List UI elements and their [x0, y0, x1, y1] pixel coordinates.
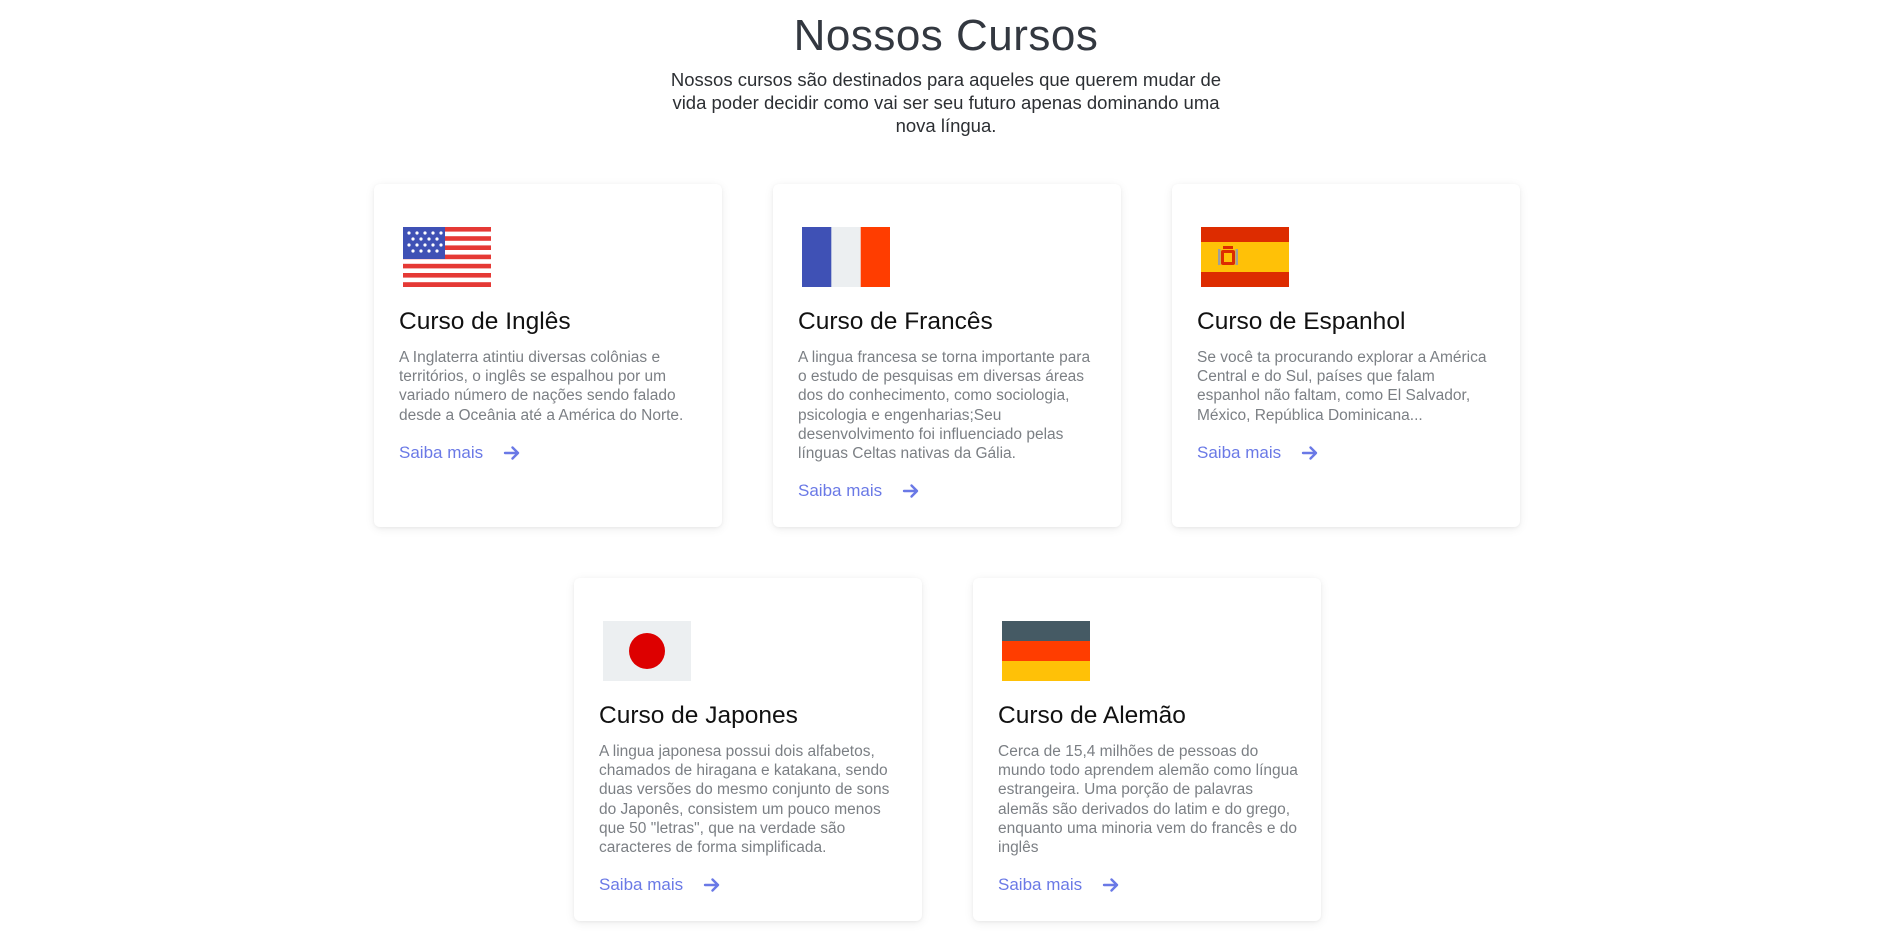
saiba-mais-label: Saiba mais: [599, 875, 684, 894]
page-subtitle: Nossos cursos são destinados para aquele…: [670, 69, 1222, 136]
france-flag-icon: [802, 227, 890, 287]
arrow-right-icon: [1301, 446, 1318, 460]
page-title: Nossos Cursos: [793, 11, 1099, 60]
course-title: Curso de Espanhol: [1197, 308, 1406, 335]
course-card-japanese: Curso de Japones A lingua japonesa possu…: [574, 578, 922, 921]
saiba-mais-link[interactable]: Saiba mais: [599, 875, 721, 895]
course-description: Cerca de 15,4 milhões de pessoas do mund…: [998, 743, 1298, 857]
course-card-german: Curso de Alemão Cerca de 15,4 milhões de…: [973, 578, 1321, 921]
arrow-right-icon: [902, 484, 919, 498]
arrow-right-icon: [703, 878, 720, 892]
course-card-english: Curso de Inglês A Inglaterra atintiu div…: [374, 184, 722, 527]
saiba-mais-link[interactable]: Saiba mais: [998, 875, 1120, 895]
saiba-mais-link[interactable]: Saiba mais: [1197, 443, 1319, 463]
saiba-mais-label: Saiba mais: [798, 481, 883, 500]
usa-flag-icon: [403, 227, 491, 287]
course-title: Curso de Alemão: [998, 702, 1186, 729]
saiba-mais-link[interactable]: Saiba mais: [399, 443, 521, 463]
course-description: Se você ta procurando explorar a América…: [1197, 349, 1487, 424]
course-title: Curso de Inglês: [399, 308, 571, 335]
saiba-mais-label: Saiba mais: [399, 443, 484, 462]
section-header: Nossos Cursos Nossos cursos são destinad…: [0, 0, 1892, 137]
course-description: A lingua francesa se torna importante pa…: [798, 349, 1091, 463]
course-card-spanish: Curso de Espanhol Se você ta procurando …: [1172, 184, 1520, 527]
saiba-mais-label: Saiba mais: [998, 875, 1083, 894]
japan-flag-icon: [603, 621, 691, 681]
course-description: A lingua japonesa possui dois alfabetos,…: [599, 743, 890, 857]
course-description: A Inglaterra atintiu diversas colônias e…: [399, 349, 684, 424]
arrow-right-icon: [503, 446, 520, 460]
course-title: Curso de Francês: [798, 308, 993, 335]
germany-flag-icon: [1002, 621, 1090, 681]
arrow-right-icon: [1102, 878, 1119, 892]
course-title: Curso de Japones: [599, 702, 798, 729]
course-card-french: Curso de Francês A lingua francesa se to…: [773, 184, 1121, 527]
saiba-mais-link[interactable]: Saiba mais: [798, 481, 920, 501]
spain-flag-icon: [1201, 227, 1289, 287]
saiba-mais-label: Saiba mais: [1197, 443, 1282, 462]
